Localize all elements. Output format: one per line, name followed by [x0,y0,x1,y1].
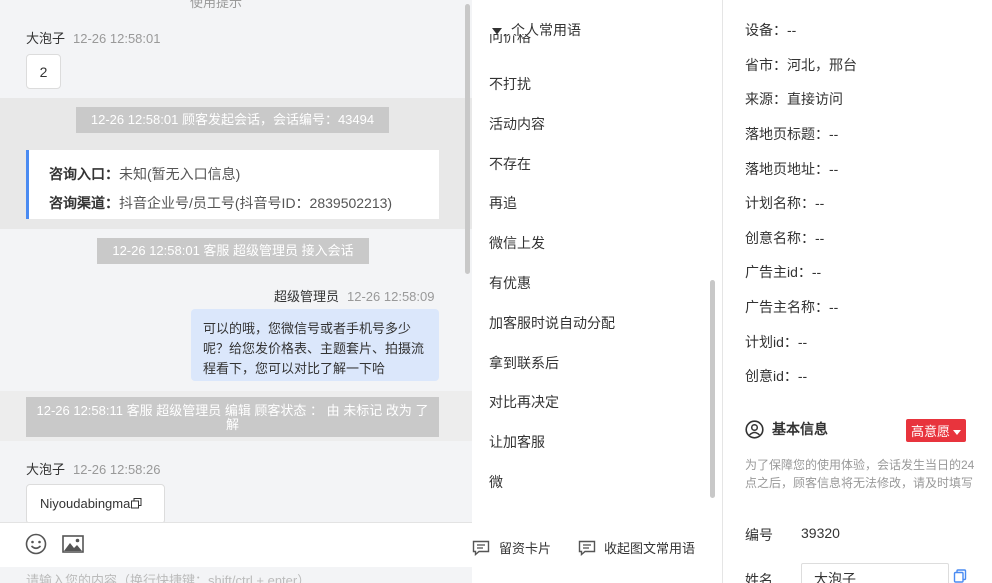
name-field[interactable]: 大泡子 [801,563,949,583]
message-text: Niyoudabingma [40,496,131,511]
phrases-scrollbar[interactable] [710,280,715,498]
collapse-phrases-label: 收起图文常用语 [604,541,696,556]
consult-info-card: 咨询入口：未知(暂无入口信息) 咨询渠道：抖音企业号/员工号(抖音号ID：283… [26,150,439,219]
info-plan-id: 计划id：-- [745,334,808,350]
id-value: 39320 [801,525,840,541]
info-region: 省市：河北，邢台 [745,57,857,73]
customer-message-bubble: Niyoudabingma [26,484,165,522]
message-list[interactable]: 使用提示 大泡子 12-26 12:58:01 2 12-26 12:58:01 … [0,0,472,522]
info-landing-title: 落地页标题：-- [745,126,839,142]
common-phrases-panel: 个人常用语 问价格 不打扰 活动内容 不存在 再追 微信上发 有优惠 加客服时说… [472,0,723,583]
caret-down-icon [953,423,962,438]
customer-message-bubble: 2 [26,54,61,89]
info-advertiser-name: 广告主名称：-- [745,299,839,315]
info-landing-url: 落地页地址：-- [745,161,839,177]
info-advertiser-id: 广告主id：-- [745,264,822,280]
message-time: 12-26 12:58:01 [73,31,161,46]
info-source: 来源：直接访问 [745,91,843,107]
phrase-item[interactable]: 不打扰 [489,74,531,94]
sender-name: 大泡子 [26,31,66,46]
system-message: 12-26 12:58:01 客服 超级管理员 接入会话 [97,238,369,264]
cut-off-text: 使用提示 [190,0,243,10]
message-meta: 大泡子 12-26 12:58:26 [26,459,160,478]
card-icon [472,540,490,556]
system-message: 12-26 12:58:01 顾客发起会话，会话编号：43494 [76,107,389,133]
copy-icon[interactable] [953,569,967,583]
phrase-item[interactable]: 对比再决定 [489,392,559,412]
consult-channel-value: 抖音企业号/员工号(抖音号ID：2839502213) [119,195,393,211]
message-meta: 大泡子 12-26 12:58:01 [26,28,160,47]
message-time: 12-26 12:58:09 [347,289,435,304]
basic-info-header: 基本信息 [745,419,828,439]
customer-info-panel: 设备：-- 省市：河北，邢台 来源：直接访问 落地页标题：-- 落地页地址：--… [724,0,992,583]
lead-card-button[interactable]: 留资卡片 [472,538,551,557]
id-label: 编号 [745,527,773,543]
phrase-item[interactable]: 再追 [489,193,517,213]
message-meta: 超级管理员 12-26 12:58:09 [274,286,434,305]
phrase-item[interactable]: 微 [489,472,503,492]
message-input[interactable]: 请输入您的内容（换行快捷键：shift/ctrl + enter） [26,570,310,583]
image-icon[interactable] [61,532,85,556]
system-message: 12-26 12:58:11 客服 超级管理员 编辑 顾客状态 ： 由 未标记 … [26,397,439,437]
basic-info-title: 基本信息 [772,421,828,437]
phrase-item[interactable]: 微信上发 [489,233,545,253]
collapse-phrases-button[interactable]: 收起图文常用语 [578,538,695,557]
consult-entry-value: 未知(暂无入口信息) [119,166,241,182]
phrase-item[interactable]: 问价格 [489,34,531,48]
consult-entry-label: 咨询入口： [49,166,119,182]
info-creative-name: 创意名称：-- [745,230,825,246]
intent-level-label: 高意愿 [911,424,951,439]
phrase-item[interactable]: 让加客服 [489,432,545,452]
info-creative-id: 创意id：-- [745,368,808,384]
info-plan-name: 计划名称：-- [745,195,825,211]
chat-scrollbar[interactable] [465,4,470,274]
agent-message-bubble: 可以的哦，您微信号或者手机号多少呢？给您发价格表、主题套片、拍摄流程看下，您可以… [191,309,439,381]
message-icon [578,540,596,556]
sender-name: 大泡子 [26,462,66,477]
phrase-item[interactable]: 活动内容 [489,114,545,134]
info-device: 设备：-- [745,22,797,38]
consult-channel-label: 咨询渠道： [49,195,119,211]
phrase-item[interactable]: 加客服时说自动分配 [489,313,615,333]
input-toolbar [0,522,472,567]
emoji-icon[interactable] [24,532,48,556]
user-circle-icon [745,419,764,439]
lead-card-label: 留资卡片 [499,541,552,556]
phrase-item[interactable]: 不存在 [489,154,531,174]
message-time: 12-26 12:58:26 [73,462,161,477]
phrase-item[interactable]: 有优惠 [489,273,531,293]
copy-icon[interactable] [131,497,142,512]
edit-notice: 为了保障您的使用体验，会话发生当日的24点之后，顾客信息将无法修改，请及时填写 [745,458,975,490]
chat-panel: 使用提示 大泡子 12-26 12:58:01 2 12-26 12:58:01 … [0,0,472,583]
intent-level-dropdown[interactable]: 高意愿 [906,419,967,442]
sender-name: 超级管理员 [274,289,340,304]
name-label: 姓名 [745,572,773,583]
phrase-item[interactable]: 拿到联系后 [489,353,559,373]
